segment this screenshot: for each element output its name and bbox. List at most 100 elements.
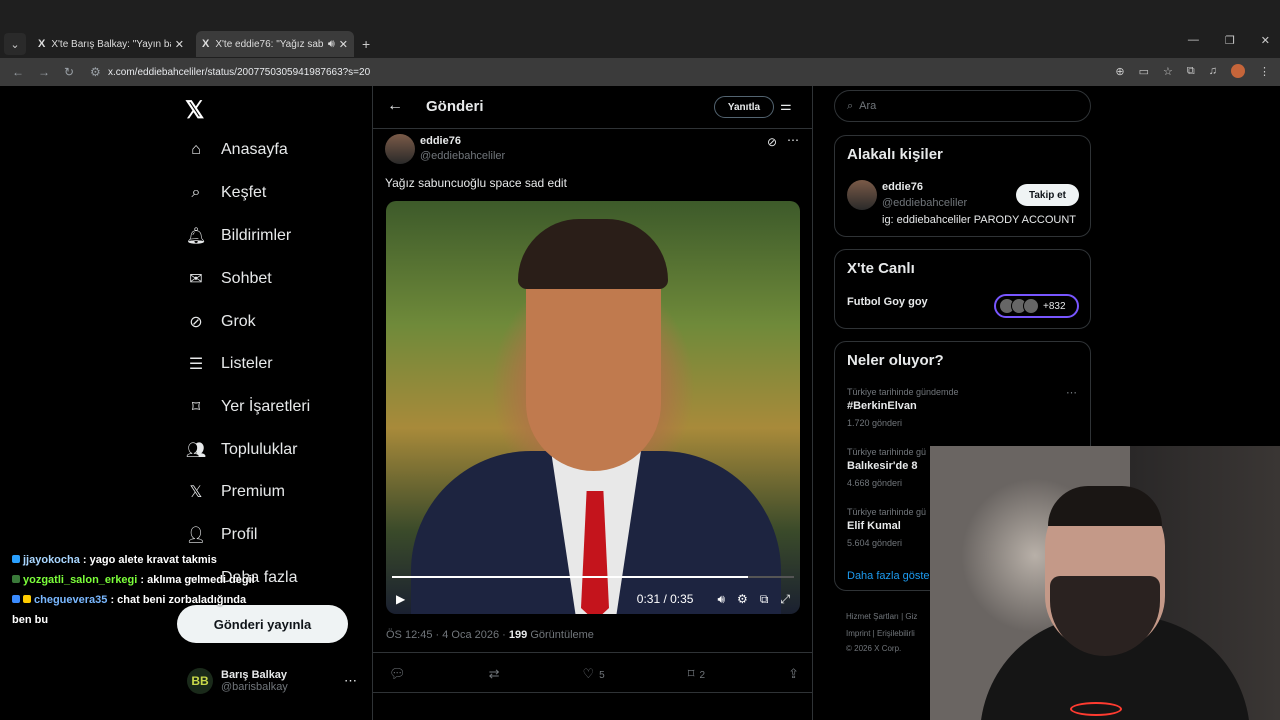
sidebar-item-keşfet[interactable]: ⌕ Keşfet (185, 184, 267, 202)
close-icon[interactable]: ✕ (175, 38, 184, 51)
cast-icon[interactable]: ▭ (1139, 65, 1149, 78)
follow-button[interactable]: Takip et (1016, 184, 1079, 206)
author-name[interactable]: eddie76 (420, 135, 461, 147)
more-icon[interactable]: ⋯ (1066, 386, 1077, 399)
account-switcher[interactable]: BB Barış Balkay @barisbalkay ⋯ (187, 668, 357, 694)
restore-icon[interactable]: ❐ (1225, 34, 1235, 47)
related-handle[interactable]: @eddiebahceliler (882, 197, 967, 209)
webcam-frame (1070, 702, 1122, 716)
tab-eddie[interactable]: X X'te eddie76: "Yağız sabunc 🔊︎ ✕ (196, 31, 354, 57)
play-icon[interactable]: ▶ (396, 592, 405, 606)
divider (373, 692, 812, 693)
reply-icon[interactable]: 💬︎ (389, 666, 406, 682)
mail-icon: ✉ (189, 271, 203, 288)
search-icon: ⌕ (191, 184, 201, 201)
show-more-link[interactable]: Daha fazla göste (847, 570, 930, 582)
sidebar-item-profil[interactable]: 👤︎ Profil (185, 525, 258, 545)
author-avatar[interactable] (385, 134, 415, 164)
reply-button[interactable]: Yanıtla (714, 96, 774, 118)
sidebar-item-listeler[interactable]: ☰ Listeler (185, 354, 273, 374)
trend-count: 5.604 gönderi (847, 538, 903, 548)
extensions-icon[interactable]: ⧉ (1187, 65, 1195, 78)
trend-name[interactable]: #BerkinElvan (847, 400, 917, 412)
chat-user: yozgatli_salon_erkegi (23, 574, 138, 586)
x-logo-icon[interactable]: 𝕏 (185, 96, 204, 125)
close-icon[interactable]: ✕ (339, 38, 348, 51)
live-listeners[interactable]: +832 (994, 294, 1079, 318)
account-name: Barış Balkay (221, 669, 288, 681)
chat-message: yozgatli_salon_erkegi : aklıma gelmedi d… (12, 574, 302, 586)
video-player[interactable]: ▶ 0:31 / 0:35 🔊︎ ⚙ ⧉ ⤢ (386, 201, 800, 614)
trend-name[interactable]: Balıkesir'de 8 (847, 460, 918, 472)
webcam-overlay (930, 446, 1280, 720)
chat-text: : chat beni zorbaladığında (107, 594, 247, 606)
back-arrow-icon[interactable]: ← (387, 97, 403, 115)
fullscreen-icon[interactable]: ⤢ (780, 592, 790, 607)
star-icon[interactable]: ☆ (1163, 65, 1173, 78)
sidebar-item-premium[interactable]: 𝕏 Premium (185, 482, 285, 502)
profile-avatar[interactable] (1231, 64, 1245, 78)
main-column: ← Gönderi Yanıtla ⚌ eddie76 @eddiebahcel… (373, 86, 812, 720)
sidebar-item-anasayfa[interactable]: ⌂ Anasayfa (185, 141, 288, 159)
tab-title: X'te eddie76: "Yağız sabunc (215, 38, 324, 50)
footer-copyright: © 2026 X Corp. (846, 644, 902, 653)
sidebar-item-bildirimler[interactable]: 🔔︎ Bildirimler (185, 226, 291, 246)
menu-icon[interactable]: ⋮ (1259, 65, 1270, 78)
sidebar-item-yer-i-şaretleri[interactable]: ⌑ Yer İşaretleri (185, 397, 310, 417)
chat-message: ben bu (12, 614, 302, 626)
chat-text: : yago alete kravat takmis (79, 554, 217, 566)
sidebar-item-sohbet[interactable]: ✉ Sohbet (185, 269, 272, 289)
avatar[interactable] (847, 180, 877, 210)
live-space-name[interactable]: Futbol Goy goy (847, 296, 928, 308)
trend-context: Türkiye tarihinde gü (847, 507, 927, 517)
settings-sliders-icon[interactable]: ⚌ (780, 98, 792, 114)
minimize-icon[interactable]: — (1188, 34, 1199, 47)
sidebar-item-topluluklar[interactable]: 👥︎ Topluluklar (185, 440, 298, 460)
related-name[interactable]: eddie76 (882, 181, 923, 193)
sidebar-item-grok[interactable]: ⊘ Grok (185, 312, 255, 332)
grok-icon[interactable]: ⊘ (767, 135, 777, 149)
browser-tab-bar: ⌄ X X'te Barış Balkay: "Yayın başladı ✕ … (0, 0, 1280, 58)
divider (373, 128, 812, 129)
chat-message: jjayokocha : yago alete kravat takmis (12, 554, 302, 566)
reload-icon[interactable]: ↻ (64, 65, 78, 79)
live-card[interactable]: X'te Canlı Futbol Goy goy +832 (834, 249, 1091, 329)
bookmark-count: 2 (699, 670, 706, 681)
sidebar-item-label: Yer İşaretleri (221, 398, 311, 415)
volume-icon[interactable]: 🔊︎ (717, 592, 725, 607)
sidebar-item-label: Bildirimler (221, 227, 292, 244)
sidebar-item-label: Sohbet (221, 270, 272, 287)
repost-icon[interactable]: ⇄ (489, 666, 500, 682)
trend-name[interactable]: Elif Kumal (847, 520, 901, 532)
footer-link[interactable]: Hizmet Şartları | Giz (846, 612, 917, 621)
like-button[interactable]: ♡ 5 (583, 666, 605, 682)
account-handle: @barisbalkay (221, 681, 288, 693)
trend-count: 4.668 gönderi (847, 478, 903, 488)
more-icon[interactable]: ⋯ (787, 133, 799, 147)
divider (373, 652, 812, 653)
search-input[interactable]: ⌕ Ara (834, 90, 1091, 122)
gear-icon[interactable]: ⚙ (737, 592, 748, 606)
share-icon[interactable]: ⇪ (788, 666, 799, 682)
footer-link[interactable]: Imprint | Erişilebilirli (846, 629, 915, 638)
zoom-icon[interactable]: ⊕ (1115, 65, 1124, 78)
post-timestamp[interactable]: ÖS 12:45 · 4 Oca 2026 · (386, 629, 509, 641)
sidebar-item-label: Profil (221, 526, 258, 543)
forward-icon[interactable]: → (38, 65, 52, 79)
new-tab-button[interactable]: + (362, 36, 370, 52)
back-icon[interactable]: ← (12, 65, 26, 79)
speaker-icon[interactable]: 🔊︎ (328, 38, 335, 51)
more-icon[interactable]: ⋯ (344, 673, 357, 689)
sidebar-item-label: Listeler (221, 355, 273, 372)
listener-count: +832 (1043, 300, 1066, 312)
bookmark-button[interactable]: ⌑ 2 (688, 666, 705, 682)
tab-baris[interactable]: X X'te Barış Balkay: "Yayın başladı ✕ (32, 31, 190, 57)
pip-icon[interactable]: ⧉ (760, 592, 769, 607)
site-info-icon[interactable]: ⚙ (90, 65, 104, 79)
author-handle[interactable]: @eddiebahceliler (420, 150, 505, 162)
media-icon[interactable]: ♫ (1209, 65, 1217, 77)
tab-search-button[interactable]: ⌄ (4, 33, 26, 55)
video-progress-bar[interactable] (392, 576, 794, 578)
url-field[interactable]: x.com/eddiebahceliler/status/20077503059… (108, 67, 370, 78)
close-window-icon[interactable]: ✕ (1261, 34, 1270, 47)
